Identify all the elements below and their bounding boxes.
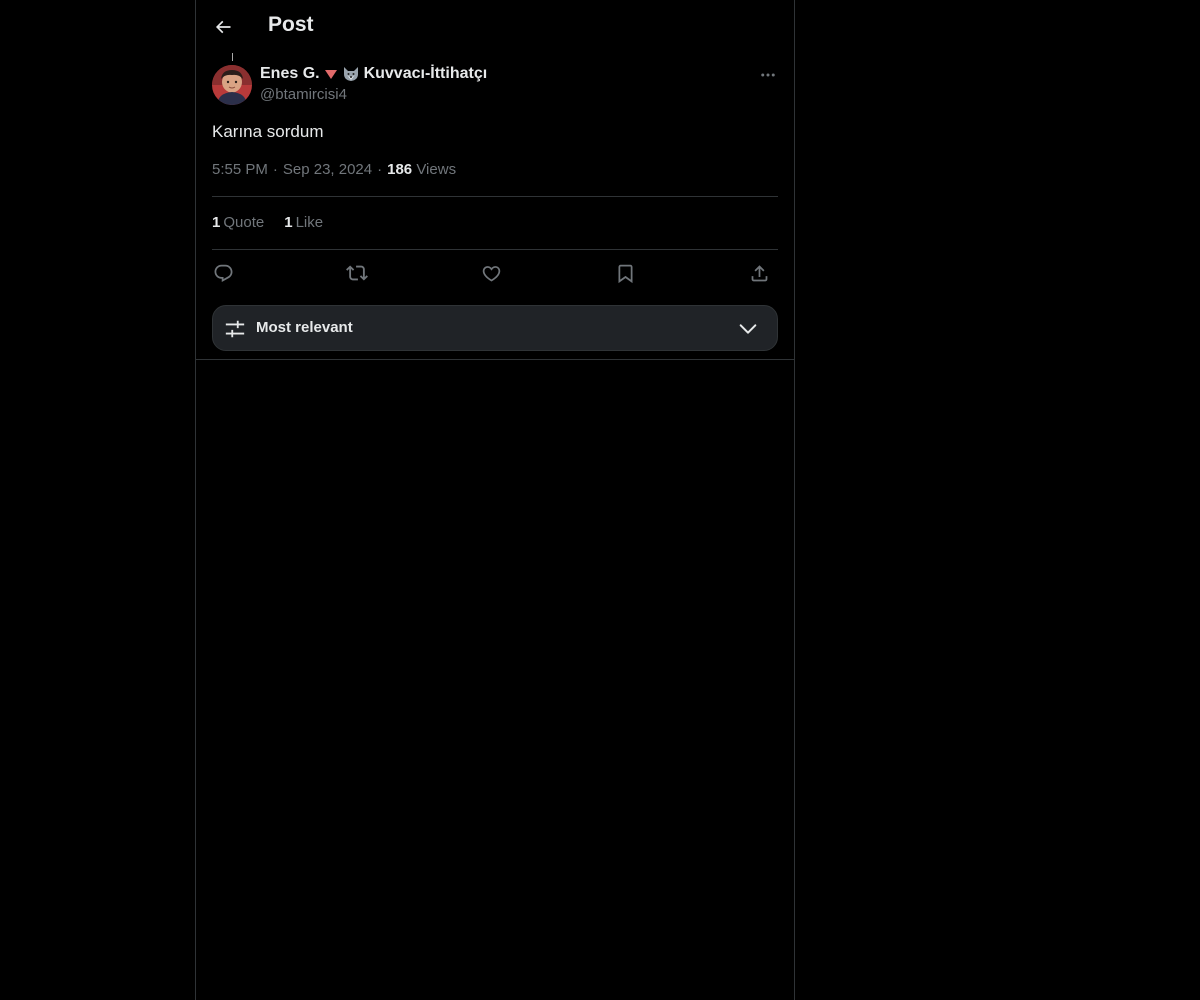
views-label: Views xyxy=(416,161,457,178)
post-stats: 1 Quote 1 Like xyxy=(212,213,323,233)
red-triangle-down-icon xyxy=(324,67,338,81)
meta-separator: · xyxy=(377,161,383,178)
sliders-icon xyxy=(225,320,245,338)
views-count: 186 xyxy=(387,161,413,178)
reply-sort-dropdown[interactable]: Most relevant xyxy=(212,305,778,351)
post-text: Karına sordum xyxy=(212,122,324,141)
post-date[interactable]: Sep 23, 2024 xyxy=(283,161,372,178)
divider xyxy=(212,249,778,250)
like-button[interactable] xyxy=(478,260,504,286)
quotes-stat[interactable]: 1 Quote xyxy=(212,213,264,233)
back-button[interactable] xyxy=(207,11,239,43)
meta-separator: · xyxy=(272,161,278,178)
reply-icon xyxy=(214,264,232,282)
avatar[interactable] xyxy=(212,65,252,105)
post-time[interactable]: 5:55 PM xyxy=(212,161,268,178)
share-button[interactable] xyxy=(746,260,772,286)
author-display-name[interactable]: Enes G. Kuvvacı-İttihatçı xyxy=(260,64,487,84)
likes-stat[interactable]: 1 Like xyxy=(284,213,323,233)
likes-label: Like xyxy=(295,214,324,231)
share-icon xyxy=(751,264,767,281)
page-header: Post xyxy=(196,0,794,54)
bookmark-icon xyxy=(618,264,632,283)
quotes-count: 1 xyxy=(212,214,221,231)
primary-column: Post Enes G. Kuvvacı-İttihatçı @btamirci… xyxy=(195,0,795,1000)
section-divider xyxy=(196,359,794,360)
display-name-second: Kuvvacı-İttihatçı xyxy=(363,65,488,82)
reply-button[interactable] xyxy=(210,260,236,286)
bookmark-button[interactable] xyxy=(612,260,638,286)
page-title: Post xyxy=(268,13,314,36)
avatar-image xyxy=(212,65,252,105)
repost-icon xyxy=(346,265,368,281)
arrow-left-icon xyxy=(215,20,231,34)
like-icon xyxy=(482,265,500,282)
display-name-first: Enes G. xyxy=(260,65,320,82)
author-handle[interactable]: @btamircisi4 xyxy=(260,85,487,105)
sort-label: Most relevant xyxy=(256,319,353,336)
post-meta: 5:55 PM · Sep 23, 2024 · 186 Views xyxy=(212,160,456,180)
likes-count: 1 xyxy=(284,214,293,231)
thread-connector-line xyxy=(232,53,233,61)
more-icon xyxy=(761,73,775,77)
chevron-down-icon xyxy=(739,324,757,334)
repost-button[interactable] xyxy=(344,260,370,286)
post-author: Enes G. Kuvvacı-İttihatçı @btamircisi4 xyxy=(260,64,487,105)
wolf-face-icon xyxy=(342,66,360,82)
quotes-label: Quote xyxy=(223,214,265,231)
post-actions xyxy=(212,260,778,286)
more-options-button[interactable] xyxy=(754,64,782,86)
divider xyxy=(212,196,778,197)
